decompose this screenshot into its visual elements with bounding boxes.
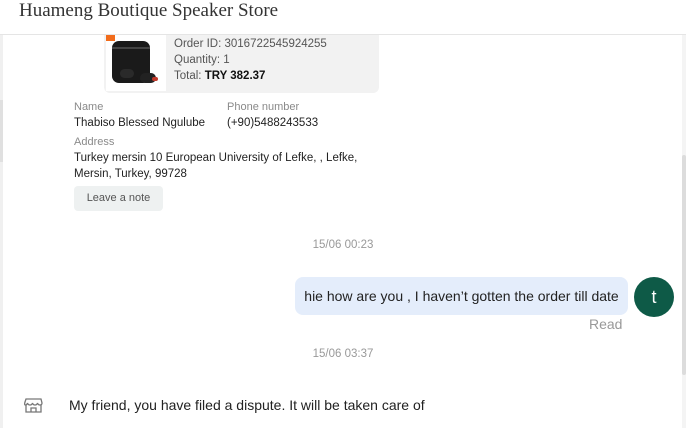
order-id: Order ID: 3016722545924255: [174, 38, 327, 50]
chat-header: Huameng Boutique Speaker Store: [0, 0, 686, 35]
phone-label: Phone number: [227, 101, 300, 113]
incoming-message-text[interactable]: My friend, you have filed a dispute. It …: [69, 397, 425, 413]
read-status: Read: [589, 316, 623, 332]
case-lid-line: [112, 47, 150, 49]
scrollbar-thumb[interactable]: [682, 155, 686, 375]
address-label: Address: [74, 136, 115, 148]
address-line-1: Turkey mersin 10 European University of …: [74, 152, 358, 164]
timestamp-text: 15/06 00:23: [312, 239, 374, 251]
outgoing-message-bubble[interactable]: hie how are you , I haven’t gotten the o…: [295, 277, 628, 315]
user-avatar[interactable]: t: [634, 277, 674, 317]
earbud-left-icon: [120, 69, 134, 78]
address-line-2: Mersin, Turkey, 99728: [74, 168, 187, 180]
order-quantity: Quantity: 1: [174, 54, 230, 66]
left-panel-edge: [0, 35, 3, 428]
phone-value: (+90)5488243533: [227, 117, 319, 129]
name-value: Thabiso Blessed Ngulube: [74, 117, 206, 129]
earbuds-product-image[interactable]: [106, 35, 166, 91]
order-total-value: TRY 382.37: [204, 70, 266, 82]
name-label: Name: [74, 101, 104, 113]
message-timestamp: 15/06 00:23: [0, 239, 686, 251]
shop-icon-svg: [23, 398, 43, 413]
order-total: Total: TRY 382.37: [174, 70, 265, 82]
store-name: Huameng Boutique Speaker Store: [19, 0, 279, 21]
order-total-label: Total:: [174, 70, 202, 82]
leave-note-button[interactable]: Leave a note: [74, 186, 163, 211]
shop-icon[interactable]: [15, 387, 52, 424]
timestamp-text: 15/06 03:37: [312, 348, 374, 360]
left-panel-mark: [0, 100, 3, 162]
message-timestamp: 15/06 03:37: [0, 348, 686, 360]
earbud-accent-icon: [152, 77, 158, 81]
brand-tag-icon: [106, 35, 115, 41]
